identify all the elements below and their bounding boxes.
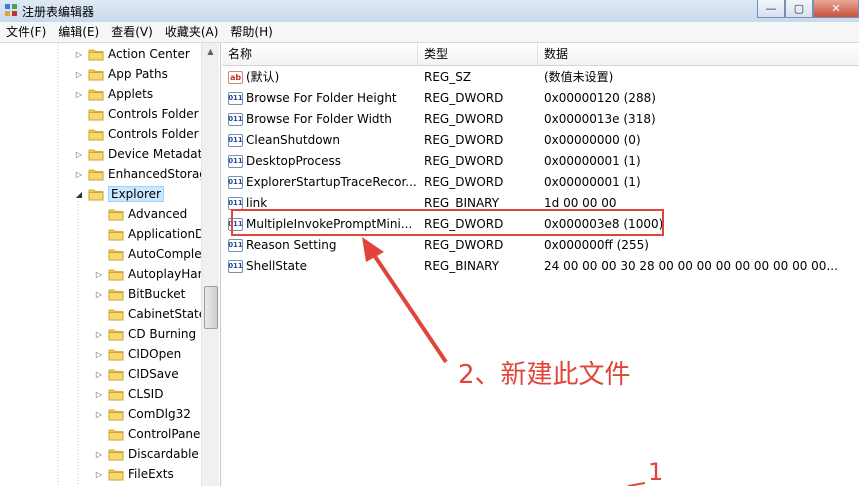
annotation-step-1: 1: [648, 458, 664, 486]
annotation-arrow: [362, 237, 646, 486]
annotation-step-2: 2、新建此文件: [458, 360, 631, 390]
